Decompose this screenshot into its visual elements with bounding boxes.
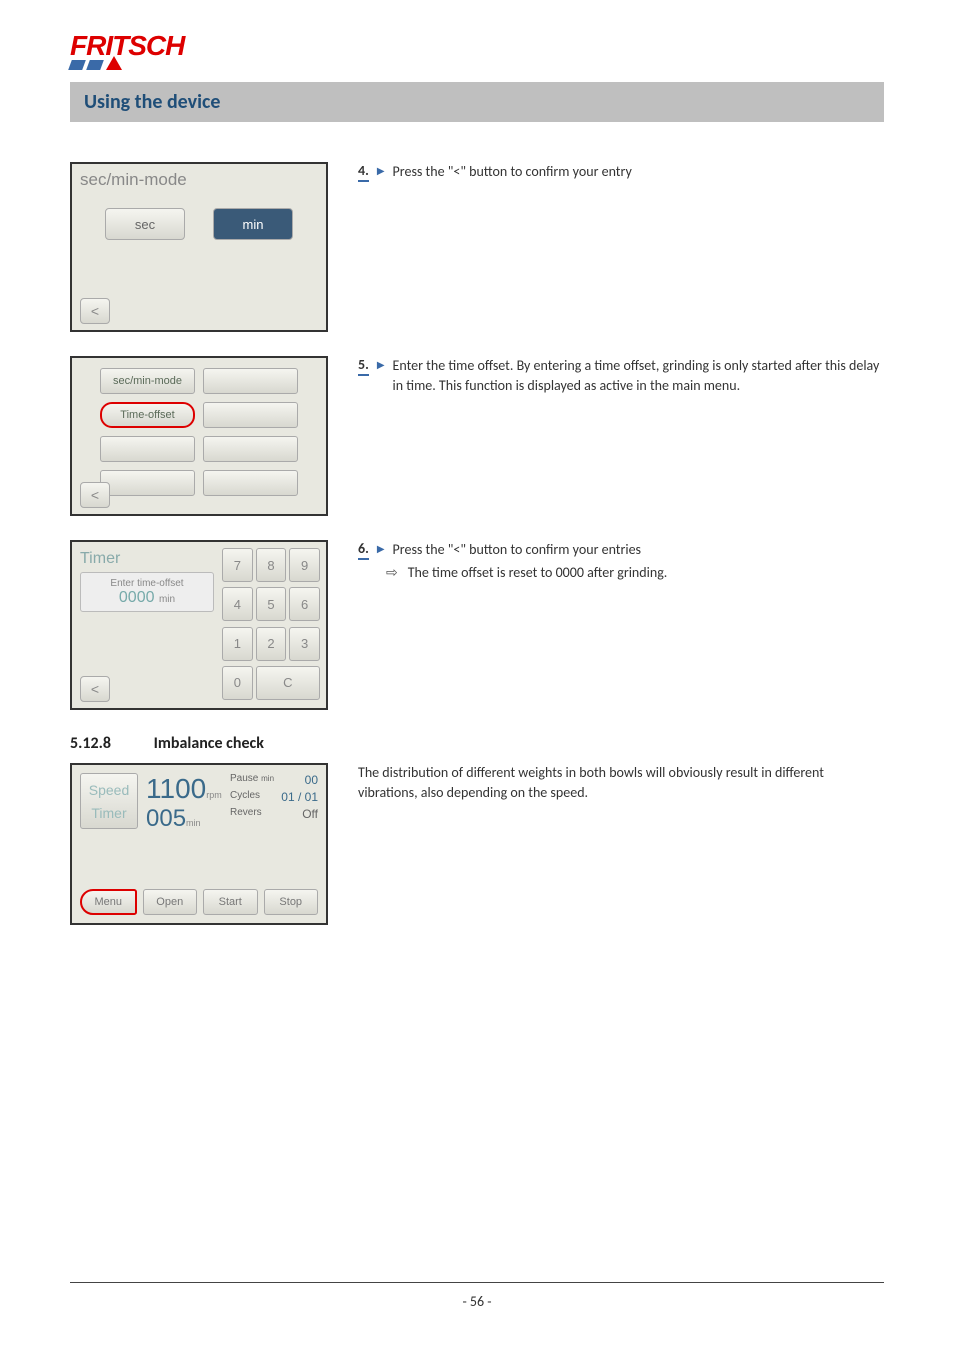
pause-unit: min — [261, 774, 274, 783]
subsection-body: The distribution of different weights in… — [358, 763, 884, 802]
screenshot-main-screen: Speed Timer 1100rpm 005min Pause min 00 — [70, 763, 340, 925]
key-0[interactable]: 0 — [222, 666, 253, 700]
timer-unit: min — [186, 818, 201, 828]
logo-shapes — [70, 56, 884, 70]
screenshot-sec-min-mode: sec/min-mode sec min < — [70, 162, 340, 332]
subsection-title: Imbalance check — [154, 734, 264, 753]
screenshot-time-offset-menu: sec/min-mode Time-offset < — [70, 356, 340, 516]
step-6-result: ⇨ The time offset is reset to 0000 after… — [358, 564, 884, 581]
blank-button-3[interactable] — [100, 436, 195, 462]
step-5: 5. ▶ Enter the time offset. By entering … — [358, 356, 884, 395]
time-offset-value: 0000 — [119, 589, 155, 606]
step-number: 6. — [358, 540, 369, 560]
key-8[interactable]: 8 — [256, 548, 287, 582]
step-6: 6. ▶ Press the "<" button to confirm you… — [358, 540, 884, 560]
speed-label: Speed — [89, 782, 129, 798]
speed-value: 1100 — [146, 773, 206, 804]
logo: FRITSCH — [70, 30, 884, 70]
subsection-heading: 5.12.8 Imbalance check — [70, 734, 884, 753]
sec-button[interactable]: sec — [105, 208, 185, 240]
step-text: Enter the time offset. By entering a tim… — [393, 356, 884, 395]
key-clear[interactable]: C — [256, 666, 320, 700]
step-arrow-icon: ▶ — [377, 356, 385, 374]
step-text: Press the "<" button to confirm your ent… — [393, 540, 884, 560]
revers-value: Off — [302, 807, 318, 821]
back-button[interactable]: < — [80, 482, 110, 508]
step-number: 5. — [358, 356, 369, 376]
blank-button-4[interactable] — [203, 436, 298, 462]
key-7[interactable]: 7 — [222, 548, 253, 582]
page-footer: - 56 - — [70, 1282, 884, 1310]
start-button[interactable]: Start — [203, 889, 258, 915]
key-3[interactable]: 3 — [289, 627, 320, 661]
key-1[interactable]: 1 — [222, 627, 253, 661]
open-button[interactable]: Open — [143, 889, 198, 915]
time-offset-unit: min — [159, 594, 175, 605]
key-6[interactable]: 6 — [289, 587, 320, 621]
key-2[interactable]: 2 — [256, 627, 287, 661]
section-heading: Using the device — [70, 82, 884, 122]
numeric-keypad: 7 8 9 4 5 6 1 2 3 0 C — [222, 542, 326, 708]
screenshot-timer-keypad: Timer Enter time-offset 0000 min 7 8 9 4… — [70, 540, 340, 710]
imbalance-row: Speed Timer 1100rpm 005min Pause min 00 — [70, 763, 884, 925]
pause-value: 00 — [305, 773, 318, 787]
timer-value: 005 — [146, 805, 186, 832]
secmin-mode-button[interactable]: sec/min-mode — [100, 368, 195, 394]
screen3-title: Timer — [80, 550, 214, 568]
time-offset-label: Enter time-offset — [110, 578, 183, 589]
step-4: 4. ▶ Press the "<" button to confirm you… — [358, 162, 884, 182]
step-arrow-icon: ▶ — [377, 162, 385, 180]
subsection-number: 5.12.8 — [70, 734, 150, 753]
blank-button-5[interactable] — [100, 470, 195, 496]
pause-label: Pause — [230, 773, 258, 784]
speed-unit: rpm — [206, 790, 222, 800]
cycles-value: 01 / 01 — [281, 790, 318, 804]
result-text: The time offset is reset to 0000 after g… — [408, 564, 668, 581]
status-panel: Pause min 00 Cycles 01 / 01 Revers Off — [230, 773, 318, 824]
time-offset-button[interactable]: Time-offset — [100, 402, 195, 428]
blank-button-1[interactable] — [203, 368, 298, 394]
timer-label: Timer — [91, 805, 126, 821]
revers-label: Revers — [230, 807, 262, 821]
step-number: 4. — [358, 162, 369, 182]
key-5[interactable]: 5 — [256, 587, 287, 621]
blank-button-6[interactable] — [203, 470, 298, 496]
min-button[interactable]: min — [213, 208, 293, 240]
result-arrow-icon: ⇨ — [386, 564, 398, 581]
step-6-row: Timer Enter time-offset 0000 min 7 8 9 4… — [70, 540, 884, 710]
speed-timer-box[interactable]: Speed Timer — [80, 773, 138, 829]
blank-button-2[interactable] — [203, 402, 298, 428]
page-number: - 56 - — [462, 1293, 491, 1310]
stop-button[interactable]: Stop — [264, 889, 319, 915]
step-4-row: sec/min-mode sec min < 4. ▶ Press the "<… — [70, 162, 884, 332]
step-5-row: sec/min-mode Time-offset < 5. ▶ Enter th… — [70, 356, 884, 516]
screen1-title: sec/min-mode — [80, 170, 318, 190]
key-4[interactable]: 4 — [222, 587, 253, 621]
step-arrow-icon: ▶ — [377, 540, 385, 558]
back-button[interactable]: < — [80, 298, 110, 324]
time-offset-display: Enter time-offset 0000 min — [80, 572, 214, 612]
menu-button[interactable]: Menu — [80, 889, 137, 915]
cycles-label: Cycles — [230, 790, 260, 804]
step-text: Press the "<" button to confirm your ent… — [393, 162, 884, 182]
key-9[interactable]: 9 — [289, 548, 320, 582]
back-button[interactable]: < — [80, 676, 110, 702]
